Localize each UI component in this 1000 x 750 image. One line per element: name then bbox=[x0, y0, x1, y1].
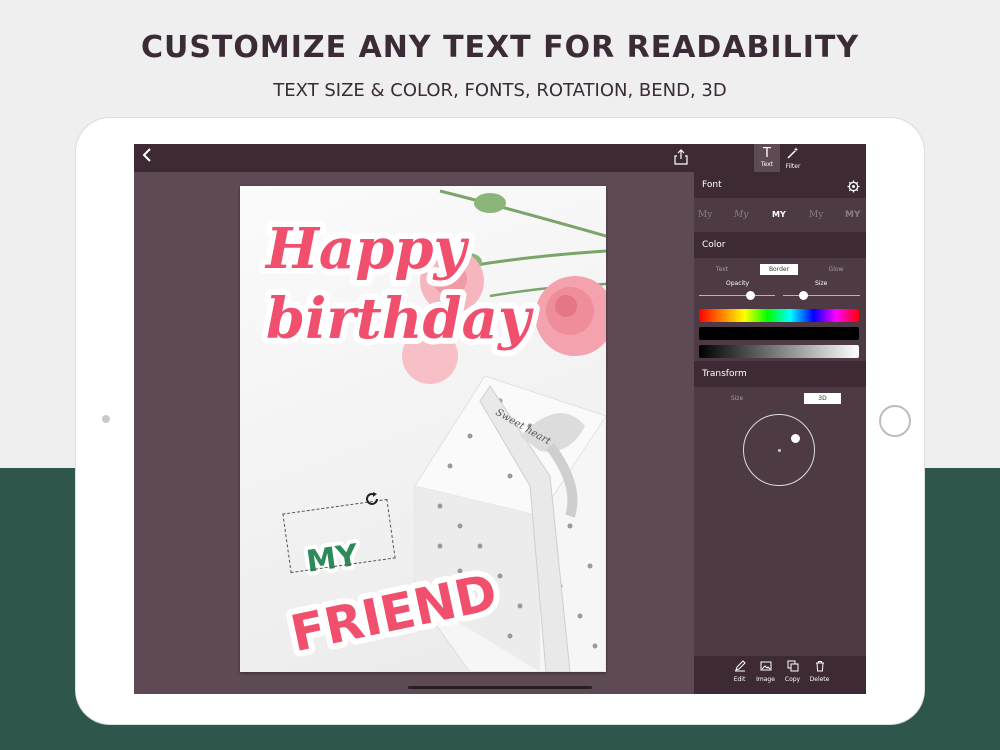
tablet-frame: T Text Filter Sweet heart Happy Happy bi… bbox=[76, 118, 924, 724]
font-option-2[interactable]: My bbox=[734, 210, 748, 220]
3d-rotation-pad[interactable] bbox=[743, 414, 815, 486]
transform-tab-3d[interactable]: 3D bbox=[804, 393, 841, 404]
transform-section-header: Transform bbox=[694, 361, 866, 387]
tab-filter[interactable]: Filter bbox=[780, 144, 806, 172]
edit-label: Edit bbox=[733, 676, 746, 683]
font-section-header: Font bbox=[694, 172, 866, 198]
delete-label: Delete bbox=[809, 676, 830, 683]
color-tab-glow[interactable]: Glow bbox=[818, 264, 854, 275]
tab-filter-label: Filter bbox=[785, 163, 801, 170]
transform-tab-size[interactable]: Size bbox=[720, 393, 754, 404]
font-option-5[interactable]: MY bbox=[845, 210, 860, 220]
copy-icon bbox=[779, 660, 806, 676]
tab-text-label: Text bbox=[760, 161, 774, 168]
size-slider[interactable] bbox=[783, 295, 860, 296]
chevron-left-icon[interactable] bbox=[142, 147, 152, 167]
greeting-card[interactable]: Sweet heart Happy Happy birthday birthda… bbox=[240, 186, 606, 672]
image-button[interactable]: Image bbox=[752, 660, 779, 683]
page-headline: CUSTOMIZE ANY TEXT FOR READABILITY bbox=[140, 30, 860, 65]
opacity-slider[interactable] bbox=[699, 295, 775, 296]
copy-button[interactable]: Copy bbox=[779, 660, 806, 683]
pad-handle[interactable] bbox=[791, 434, 800, 443]
color-section-header: Color bbox=[694, 232, 866, 258]
rotate-icon[interactable] bbox=[364, 491, 380, 511]
copy-label: Copy bbox=[784, 676, 801, 683]
edit-icon bbox=[726, 660, 753, 676]
page-subheadline: TEXT SIZE & COLOR, FONTS, ROTATION, BEND… bbox=[273, 80, 727, 101]
shade-color-bar[interactable] bbox=[699, 327, 859, 340]
grayscale-color-bar[interactable] bbox=[699, 345, 859, 358]
gear-icon[interactable] bbox=[847, 178, 860, 204]
edit-button[interactable]: Edit bbox=[726, 660, 753, 683]
size-slider-knob[interactable] bbox=[799, 291, 808, 300]
scroll-indicator[interactable] bbox=[408, 686, 592, 689]
pad-center bbox=[778, 449, 781, 452]
camera-icon bbox=[102, 415, 110, 423]
transform-section-title: Transform bbox=[702, 369, 747, 379]
color-section-title: Color bbox=[702, 240, 726, 250]
tab-text[interactable]: T Text bbox=[754, 144, 780, 172]
font-option-3[interactable]: MY bbox=[772, 210, 786, 219]
canvas-area: Sweet heart Happy Happy birthday birthda… bbox=[134, 172, 694, 694]
color-tab-text[interactable]: Text bbox=[704, 264, 740, 275]
image-label: Image bbox=[756, 676, 775, 683]
font-section-title: Font bbox=[702, 180, 722, 190]
hue-color-bar[interactable] bbox=[699, 309, 859, 322]
color-tab-border[interactable]: Border bbox=[760, 264, 798, 275]
top-toolbar: T Text Filter bbox=[134, 144, 866, 172]
opacity-label: Opacity bbox=[726, 280, 750, 287]
birthday-text: birthday bbox=[266, 286, 534, 352]
happy-text: Happy bbox=[264, 216, 470, 282]
opacity-slider-knob[interactable] bbox=[746, 291, 755, 300]
image-icon bbox=[752, 660, 779, 676]
text-icon: T bbox=[763, 146, 771, 161]
font-option-4[interactable]: My bbox=[809, 210, 823, 220]
card-artwork: Sweet heart Happy Happy birthday birthda… bbox=[258, 189, 606, 672]
size-label: Size bbox=[815, 280, 828, 287]
app-screen: T Text Filter Sweet heart Happy Happy bi… bbox=[134, 144, 866, 694]
share-icon[interactable] bbox=[674, 149, 688, 165]
home-button[interactable] bbox=[879, 405, 911, 437]
properties-panel: Font My My MY My MY Color Text Border Gl… bbox=[694, 172, 866, 694]
trash-icon bbox=[806, 660, 833, 676]
font-option-1[interactable]: My bbox=[698, 210, 712, 220]
magic-wand-icon bbox=[780, 146, 806, 163]
action-bar: Edit Image Copy Delete bbox=[694, 656, 866, 694]
delete-button[interactable]: Delete bbox=[806, 660, 833, 683]
